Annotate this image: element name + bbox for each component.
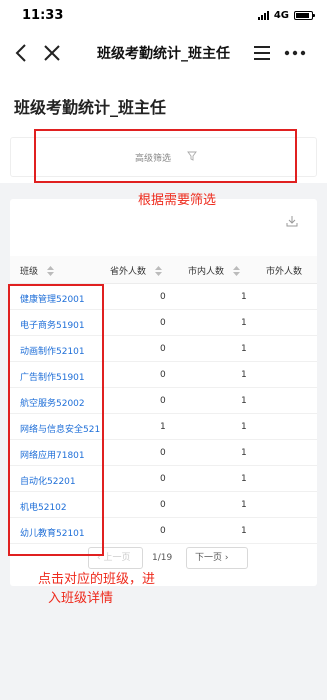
column-header-label: 市内人数 (188, 267, 225, 277)
out-of-province-count: 0 (160, 344, 166, 354)
close-icon[interactable] (42, 43, 62, 63)
class-column-highlight-box (8, 284, 104, 556)
next-page-button[interactable]: 下一页 › (186, 547, 248, 569)
back-arrow-icon[interactable] (12, 43, 32, 63)
in-city-count: 1 (241, 422, 247, 432)
sort-icon[interactable] (232, 266, 240, 276)
filter-annotation: 根据需要筛选 (138, 193, 217, 208)
next-page-label: 下一页 (195, 553, 223, 563)
more-icon[interactable] (283, 43, 307, 63)
filter-highlight-box (34, 129, 297, 183)
in-city-count: 1 (241, 474, 247, 484)
out-of-province-count: 0 (160, 500, 166, 510)
out-of-province-count: 0 (160, 318, 166, 328)
out-of-province-count: 0 (160, 526, 166, 536)
sort-icon[interactable] (154, 266, 162, 276)
class-annotation: 点击对应的班级，进 入班级详情 (38, 570, 198, 608)
class-annotation-line1: 点击对应的班级，进 (38, 572, 156, 587)
page-title: 班级考勤统计_班主任 (14, 98, 167, 117)
in-city-count: 1 (241, 292, 247, 302)
in-city-count: 1 (241, 344, 247, 354)
column-header-in-city[interactable]: 市内人数 (188, 264, 240, 277)
signal-icon (257, 11, 269, 20)
battery-icon (294, 11, 315, 20)
table-header: 班级 省外人数 市内人数 市外人数 (10, 256, 317, 284)
in-city-count: 1 (241, 318, 247, 328)
column-header-out-of-province[interactable]: 省外人数 (110, 264, 162, 277)
nav-title: 班级考勤统计_班主任 (97, 46, 230, 62)
status-time: 11:33 (22, 8, 64, 23)
out-of-province-count: 0 (160, 448, 166, 458)
class-annotation-line2: 入班级详情 (48, 591, 114, 606)
out-of-province-count: 0 (160, 370, 166, 380)
out-of-province-count: 0 (160, 292, 166, 302)
in-city-count: 1 (241, 500, 247, 510)
in-city-count: 1 (241, 448, 247, 458)
out-of-province-count: 0 (160, 474, 166, 484)
in-city-count: 1 (241, 526, 247, 536)
column-header-class[interactable]: 班级 (20, 264, 54, 277)
nav-bar: 班级考勤统计_班主任 (0, 34, 327, 72)
status-bar: 11:33 4G (0, 0, 327, 34)
download-icon[interactable] (286, 215, 298, 227)
network-label: 4G (273, 10, 289, 21)
sort-icon[interactable] (46, 266, 54, 276)
out-of-province-count: 0 (160, 396, 166, 406)
page-info: 1/19 (152, 553, 173, 563)
in-city-count: 1 (241, 396, 247, 406)
prev-page-label: 上一页 (103, 553, 131, 563)
in-city-count: 1 (241, 370, 247, 380)
out-of-province-count: 1 (160, 422, 166, 432)
column-header-out-of-city[interactable]: 市外人数 (266, 264, 302, 277)
column-header-label: 班级 (20, 267, 39, 277)
pagination: ‹ 上一页 1/19 下一页 › (88, 547, 278, 571)
status-indicators: 4G (257, 10, 315, 21)
column-header-label: 省外人数 (110, 267, 147, 277)
menu-icon[interactable] (252, 43, 272, 63)
